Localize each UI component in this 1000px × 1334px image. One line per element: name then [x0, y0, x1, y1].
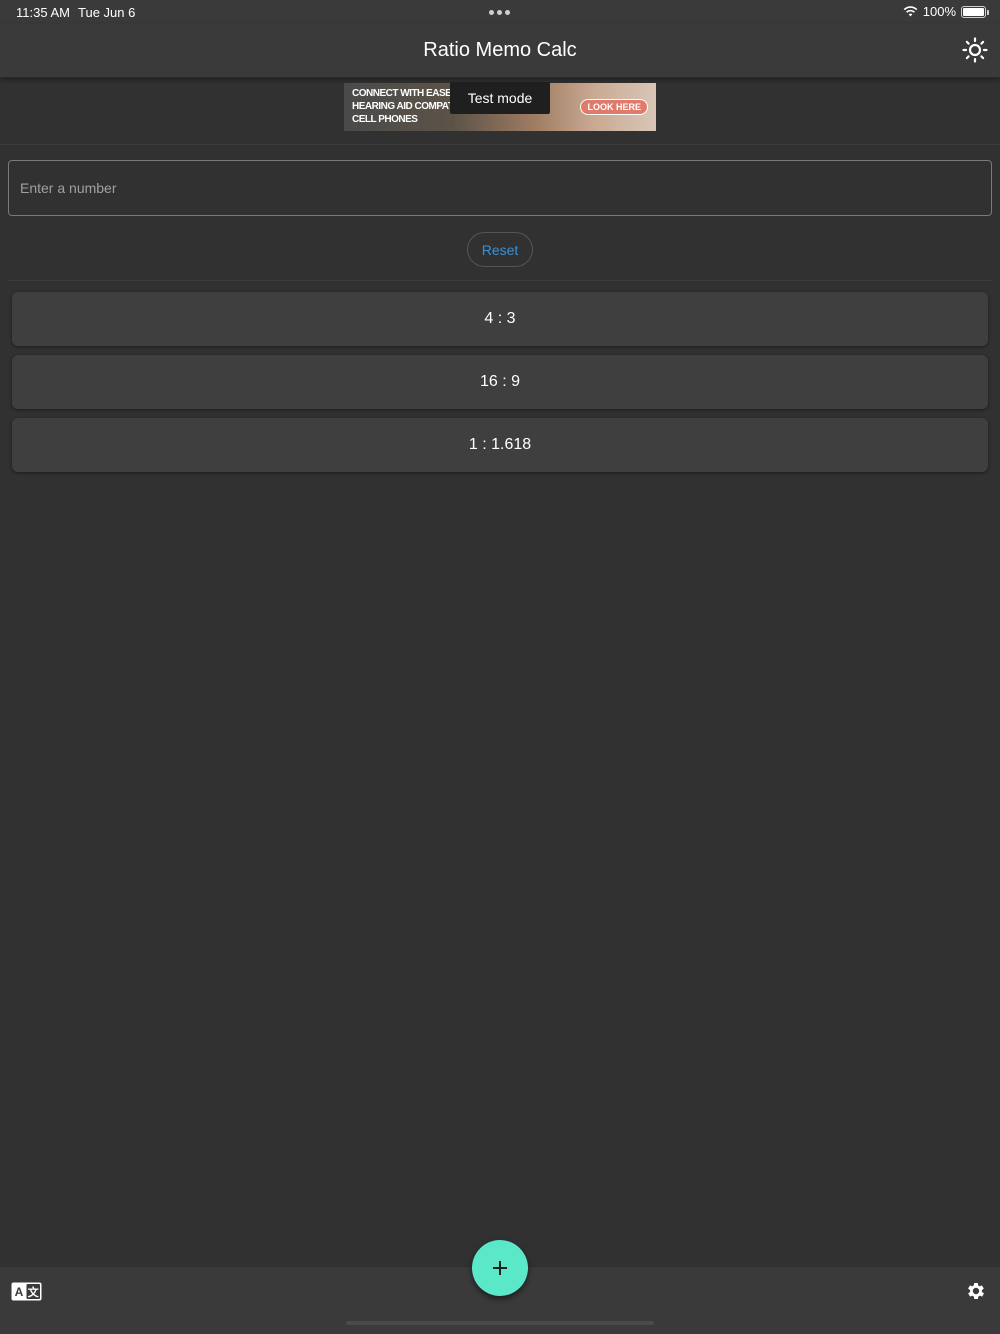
translate-icon[interactable]: A 文: [11, 1282, 42, 1301]
reset-button[interactable]: Reset: [467, 232, 533, 267]
ratio-item[interactable]: 16 : 9: [12, 355, 988, 409]
app-screen: 11:35 AM Tue Jun 6 100% Ratio Memo Calc: [0, 0, 1000, 1334]
battery-percent: 100%: [922, 4, 956, 19]
sun-icon[interactable]: [962, 37, 988, 63]
plus-icon: [493, 1261, 507, 1275]
divider: [8, 280, 992, 281]
status-indicators: 100%: [903, 4, 989, 19]
svg-text:文: 文: [28, 1285, 40, 1299]
svg-text:A: A: [15, 1285, 24, 1299]
gear-icon[interactable]: [965, 1280, 987, 1302]
multitasking-dots-icon[interactable]: [489, 10, 510, 15]
add-ratio-button[interactable]: [472, 1240, 528, 1296]
ad-copy-line: CELL PHONES: [352, 114, 418, 125]
ratio-list: 4 : 3 16 : 9 1 : 1.618: [12, 292, 988, 481]
status-bar: 11:35 AM Tue Jun 6 100%: [0, 0, 1000, 24]
ad-test-mode-label: Test mode: [450, 82, 550, 114]
status-time: 11:35 AM: [16, 5, 70, 20]
battery-level: [963, 7, 984, 16]
battery-icon: [961, 5, 989, 18]
ratio-item[interactable]: 4 : 3: [12, 292, 988, 346]
number-input[interactable]: [8, 160, 992, 216]
page-title: Ratio Memo Calc: [423, 39, 577, 61]
ratio-item[interactable]: 1 : 1.618: [12, 418, 988, 472]
home-indicator: [346, 1321, 654, 1325]
app-header: Ratio Memo Calc: [0, 24, 1000, 78]
ad-cta-button[interactable]: LOOK HERE: [580, 99, 648, 115]
wifi-icon: [903, 6, 918, 17]
status-date: Tue Jun 6: [78, 5, 136, 20]
